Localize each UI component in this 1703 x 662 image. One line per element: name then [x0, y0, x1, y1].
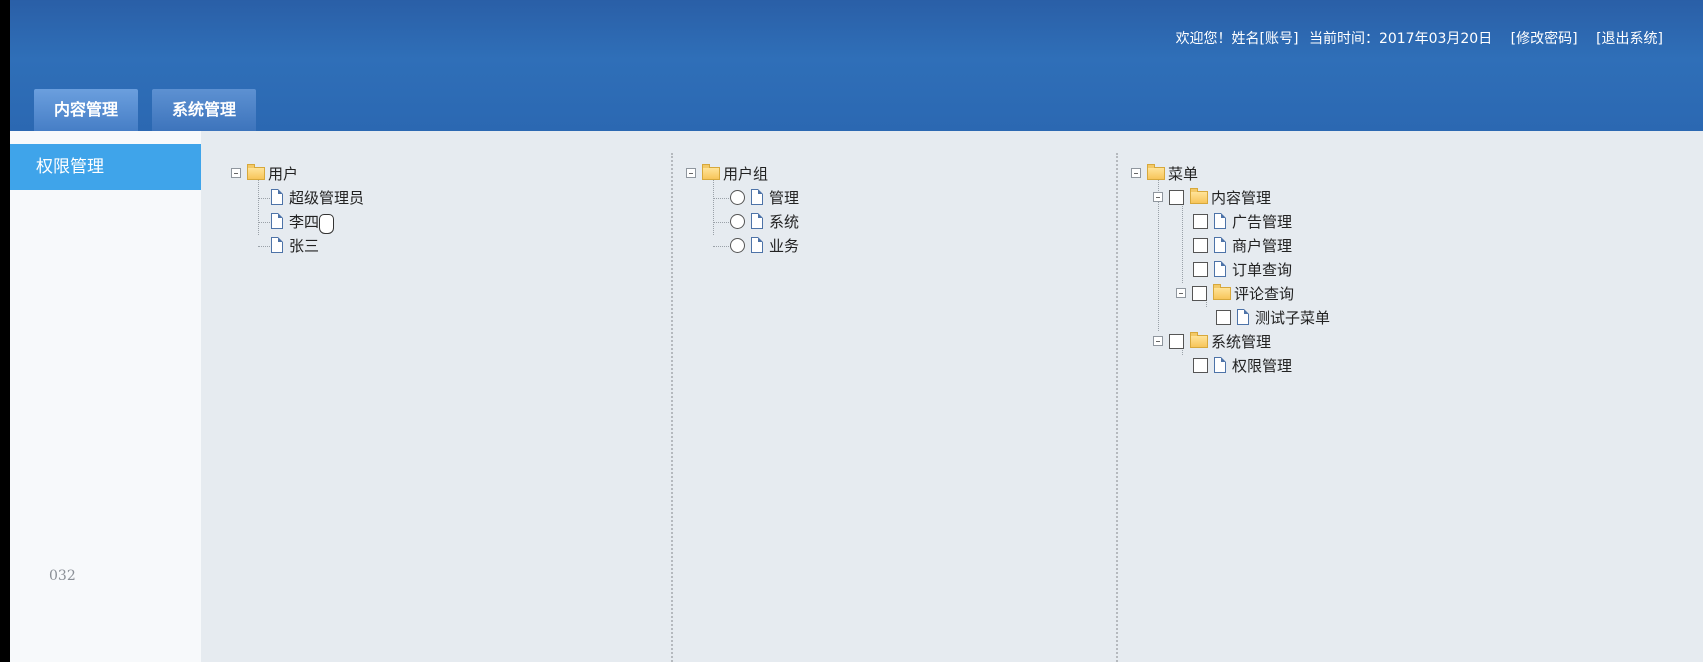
tree-node-label: 权限管理 [1232, 356, 1293, 375]
tree-node-user-groups[interactable]: 用户组 [686, 161, 799, 185]
current-time: 2017年03月20日 [1378, 31, 1493, 47]
sidebar: 权限管理 032 [10, 131, 228, 662]
menu-checkbox[interactable] [1192, 285, 1207, 301]
tree-node-label: 系统 [769, 212, 800, 231]
tree-node-menu[interactable]: 权限管理 [1131, 353, 1330, 377]
tree-node-group[interactable]: 管理 [686, 185, 799, 209]
column-divider [671, 153, 673, 662]
tree-node-menus[interactable]: 菜单 [1131, 161, 1330, 185]
tree-node-user[interactable]: 超级管理员 [231, 185, 364, 209]
page-number: 032 [49, 568, 76, 584]
menu-checkbox[interactable] [1193, 237, 1208, 253]
tree-node-label: 菜单 [1168, 164, 1199, 183]
nav-tab-system-management[interactable]: 系统管理 [152, 89, 257, 131]
tree-collapse-icon[interactable] [231, 168, 241, 178]
logout-link[interactable]: [退出系统] [1596, 31, 1663, 47]
tree-collapse-icon[interactable] [1131, 168, 1141, 178]
tree-collapse-icon[interactable] [1176, 288, 1186, 298]
change-password-link[interactable]: [修改密码] [1511, 31, 1578, 47]
tree-node-label: 测试子菜单 [1255, 308, 1331, 327]
tree-node-label: 内容管理 [1211, 188, 1272, 207]
file-icon [271, 189, 283, 205]
file-icon [1214, 237, 1226, 253]
menu-tree: 菜单 内容管理 广告管理 商户管理 订单查询 评论查询 测试子菜单 系统管理 权… [1131, 161, 1330, 377]
tree-node-menu[interactable]: 测试子菜单 [1131, 305, 1330, 329]
hand-pointer-icon [319, 214, 334, 234]
tree-node-menu[interactable]: 广告管理 [1131, 209, 1330, 233]
file-icon [1237, 309, 1249, 325]
file-icon [1214, 357, 1226, 373]
main-nav: 内容管理 系统管理 [34, 89, 257, 131]
tree-collapse-icon[interactable] [1153, 192, 1163, 202]
user-group-tree: 用户组 管理 系统 业务 [686, 161, 799, 257]
file-icon [271, 237, 283, 253]
menu-checkbox[interactable] [1169, 333, 1184, 349]
folder-icon [1213, 283, 1231, 300]
user-tree: 用户 超级管理员 李四 张三 [231, 161, 364, 257]
group-radio[interactable] [730, 237, 745, 253]
tree-collapse-icon[interactable] [686, 168, 696, 178]
file-icon [271, 213, 283, 229]
tree-node-label: 张三 [289, 236, 320, 255]
group-radio[interactable] [730, 189, 745, 205]
tree-node-menu[interactable]: 商户管理 [1131, 233, 1330, 257]
tree-node-label: 超级管理员 [289, 188, 365, 207]
current-time-label: 当前时间： [1308, 31, 1379, 47]
file-icon [751, 213, 763, 229]
tree-node-label: 业务 [769, 236, 800, 255]
menu-checkbox[interactable] [1193, 357, 1208, 373]
nav-tab-content-management[interactable]: 内容管理 [34, 89, 139, 131]
folder-icon [1147, 163, 1165, 180]
tree-node-label: 系统管理 [1211, 332, 1272, 351]
tree-node-menu[interactable]: 系统管理 [1131, 329, 1330, 353]
tree-node-menu[interactable]: 内容管理 [1131, 185, 1330, 209]
folder-icon [702, 163, 720, 180]
user-info-bar: 欢迎您！姓名[账号] 当前时间：2017年03月20日 [修改密码] [退出系统… [1176, 28, 1663, 48]
menu-checkbox[interactable] [1169, 189, 1184, 205]
column-divider [1116, 153, 1118, 662]
app-window: 欢迎您！姓名[账号] 当前时间：2017年03月20日 [修改密码] [退出系统… [10, 0, 1703, 662]
tree-node-label: 李四 [289, 212, 320, 231]
file-icon [751, 237, 763, 253]
folder-icon [1190, 187, 1208, 204]
tree-node-label: 评论查询 [1234, 284, 1295, 303]
tree-node-users[interactable]: 用户 [231, 161, 364, 185]
group-radio[interactable] [730, 213, 745, 229]
tree-node-label: 订单查询 [1232, 260, 1293, 279]
tree-node-label: 用户 [268, 164, 299, 183]
file-icon [1214, 261, 1226, 277]
tree-node-label: 广告管理 [1232, 212, 1293, 231]
tree-node-group[interactable]: 系统 [686, 209, 799, 233]
menu-checkbox[interactable] [1193, 261, 1208, 277]
content-area: 用户 超级管理员 李四 张三 用户组 管理 系统 业务 菜单 内容管理 广告管理… [201, 131, 1703, 662]
tree-node-user[interactable]: 李四 [231, 209, 364, 233]
tree-node-label: 管理 [769, 188, 800, 207]
tree-node-user[interactable]: 张三 [231, 233, 364, 257]
tree-node-menu[interactable]: 订单查询 [1131, 257, 1330, 281]
menu-checkbox[interactable] [1193, 213, 1208, 229]
menu-checkbox[interactable] [1216, 309, 1231, 325]
welcome-text: 欢迎您！姓名[账号] [1175, 31, 1299, 47]
tree-node-group[interactable]: 业务 [686, 233, 799, 257]
tree-node-label: 用户组 [723, 164, 769, 183]
file-icon [1214, 213, 1226, 229]
tree-node-label: 商户管理 [1232, 236, 1293, 255]
tree-collapse-icon[interactable] [1153, 336, 1163, 346]
header-bar: 欢迎您！姓名[账号] 当前时间：2017年03月20日 [修改密码] [退出系统… [10, 0, 1703, 131]
sidebar-item-permission-management[interactable]: 权限管理 [10, 144, 228, 190]
folder-icon [247, 163, 265, 180]
folder-icon [1190, 331, 1208, 348]
tree-node-menu[interactable]: 评论查询 [1131, 281, 1330, 305]
file-icon [751, 189, 763, 205]
